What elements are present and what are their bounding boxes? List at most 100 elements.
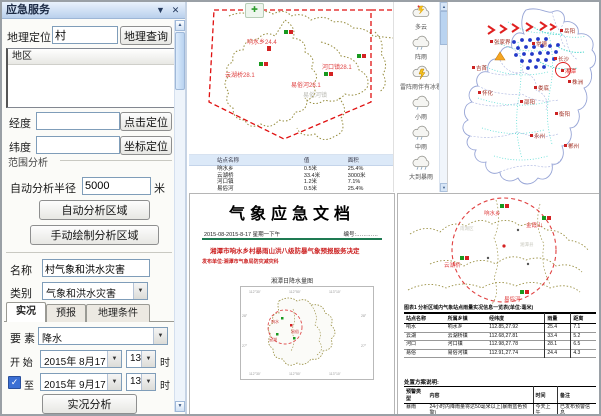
station-label: 易俗河28.1 — [291, 80, 321, 89]
table-row[interactable]: 易俗河0.5米25.4% — [189, 186, 393, 193]
element-value: 降水 — [42, 330, 62, 345]
station-marker[interactable] — [259, 62, 269, 67]
legend-label: 中雨 — [399, 145, 443, 152]
analysis-map[interactable]: ✚ 响水乡24.4云湖桥28.1河口镇28.1易俗河28.1 易俗河镇 — [189, 2, 393, 154]
end-hour-select[interactable]: 13 ▼ — [126, 373, 156, 391]
close-icon[interactable]: ✕ — [169, 4, 182, 17]
table-cell: 0.5米 — [302, 166, 346, 173]
station-green-icon — [324, 72, 328, 76]
station-marker[interactable] — [324, 72, 334, 77]
category-select[interactable]: 气象和洪水灾害 ▼ — [42, 282, 148, 300]
start-hour-value: 13 — [130, 353, 141, 364]
tabstrip: 实况预报地理条件 — [4, 302, 174, 322]
end-hour-value: 13 — [130, 376, 141, 387]
tab-地理条件[interactable]: 地理条件 — [86, 304, 150, 322]
city-label: 株洲 — [572, 78, 583, 86]
name-input[interactable] — [42, 259, 150, 277]
start-hour-select[interactable]: 13 ▼ — [126, 350, 156, 368]
chevron-down-icon[interactable]: ▼ — [107, 351, 121, 367]
province-map[interactable]: 岳阳张家界常德长沙吉首湘潭株洲娄底怀化邵阳衡阳永州郴州 — [447, 2, 601, 192]
thunder-cloud-icon — [399, 4, 443, 25]
chevron-down-icon[interactable]: ▼ — [133, 283, 147, 299]
column-header: 值 — [302, 155, 346, 166]
city-dot — [555, 112, 558, 115]
table-cell: 24小时内降雨量将达50毫米以上(暴雨蓝色预警) — [427, 404, 533, 416]
emergency-report[interactable]: 湘潭县 雨湖区 响水乡金霞山云湖桥易俗河 图表1 分析区域内气象站点雨量实况信息… — [397, 193, 601, 416]
end-date-select[interactable]: 2015年 9月17日 ▼ — [40, 373, 122, 391]
scrollbar-thumb[interactable] — [175, 32, 185, 90]
chevron-down-icon[interactable]: ▼ — [153, 328, 167, 344]
station-table-wrap[interactable]: 站点名称值面积响水乡0.5米25.4%云湖桥33.4米3000米河口镇1.2米7… — [189, 154, 393, 193]
column-header: 经纬度 — [487, 314, 545, 324]
analyze-button[interactable]: 实况分析 — [42, 394, 137, 414]
city-label: 永州 — [534, 132, 545, 140]
table-row[interactable]: 响水乡0.5米25.4% — [189, 166, 393, 173]
manual-area-button[interactable]: 手动绘制分析区域 — [30, 225, 159, 245]
end-date-value: 2015年 9月17日 — [44, 376, 116, 391]
table-cell: 响水 — [404, 324, 446, 333]
table-cell: 6.5 — [571, 341, 596, 350]
svg-text:28°: 28° — [361, 314, 367, 318]
station-label: 易俗河 — [504, 295, 521, 303]
coord-locate-button[interactable]: 坐标定位 — [120, 136, 172, 155]
map-tool-icon[interactable]: ✚ — [245, 3, 264, 18]
report-table-title: 图表1 分析区域内气象站点雨量实况信息一览表(单位:毫米) — [404, 304, 596, 313]
table-cell: 今天上午 — [533, 404, 557, 416]
legend-label: 多云 — [399, 25, 443, 32]
table-cell: 河口镇 — [446, 341, 488, 350]
left-panel-scrollbar[interactable]: ▲ ▼ — [174, 20, 185, 412]
tab-预报[interactable]: 预报 — [46, 304, 86, 322]
chevron-down-icon[interactable]: ▼ — [141, 351, 155, 367]
light-rain-cloud-icon — [399, 94, 443, 115]
chevron-down-icon[interactable]: ▼ — [107, 374, 121, 390]
auto-area-button[interactable]: 自动分析区域 — [39, 200, 150, 220]
svg-text:27°: 27° — [361, 344, 367, 348]
table-row[interactable]: 响水响水乡112.85,27.9225.47.1 — [404, 324, 596, 333]
emergency-document[interactable]: 气象应急文档 2015-08-2015-8-17 星期一下午 编号:………… 湘… — [189, 193, 395, 416]
station-marker[interactable] — [284, 30, 294, 35]
chevron-down-icon[interactable]: ▼ — [141, 374, 155, 390]
scroll-up-icon[interactable]: ▲ — [175, 20, 185, 31]
geo-locate-label: 地理定位 — [7, 29, 51, 45]
station-label: 河口镇28.1 — [322, 62, 352, 71]
emergency-service-app: 应急服务 ▼ ✕ 地理定位 地理查询 地区 经度 点击定位 纬度 坐标定位 范围… — [0, 0, 601, 416]
element-select[interactable]: 降水 ▼ — [38, 327, 168, 345]
click-locate-button[interactable]: 点击定位 — [120, 112, 172, 131]
table-cell: 暴雨 — [404, 404, 427, 416]
column-header: 内容 — [427, 387, 533, 404]
document-rule — [202, 238, 382, 240]
station-table[interactable]: 站点名称值面积响水乡0.5米25.4%云湖桥33.4米3000米河口镇1.2米7… — [189, 155, 393, 192]
table-cell: 易俗河镇 — [446, 349, 488, 358]
station-red-icon — [264, 62, 268, 66]
svg-text:易俗: 易俗 — [291, 328, 299, 334]
table-row[interactable]: 暴雨24小时内降雨量将达50毫米以上(暴雨蓝色预警)今天上午已发布预警信息 — [404, 404, 596, 416]
start-date-select[interactable]: 2015年 8月17日 ▼ — [40, 350, 122, 368]
station-label: 金霞山 — [526, 221, 543, 229]
tab-实况[interactable]: 实况 — [6, 302, 46, 322]
radius-input[interactable] — [82, 177, 151, 195]
latitude-input[interactable] — [36, 136, 120, 154]
table-row[interactable]: 云湖云湖桥镇112.68,27.8133.45.2 — [404, 332, 596, 341]
svg-text:响水: 响水 — [271, 318, 279, 324]
table-row[interactable]: 易俗易俗河镇112.91,27.7424.44.3 — [404, 349, 596, 358]
city-dot — [561, 69, 564, 72]
longitude-label: 经度 — [9, 115, 31, 131]
column-header: 站点名称 — [189, 155, 302, 166]
longitude-input[interactable] — [36, 112, 120, 130]
document-title: 气象应急文档 — [190, 200, 394, 224]
radius-label: 自动分析半径 — [10, 180, 76, 196]
city-label: 衡阳 — [559, 110, 570, 118]
station-marker[interactable] — [357, 54, 367, 59]
station-info-table: 站点名称所属乡镇经纬度雨量距离响水响水乡112.85,27.9225.47.1云… — [404, 313, 596, 358]
station-red-icon — [289, 30, 293, 34]
scroll-down-icon[interactable]: ▼ — [175, 401, 185, 412]
station-red-icon — [362, 54, 366, 58]
geo-input[interactable] — [52, 26, 118, 44]
end-checkbox[interactable]: ✓ — [8, 376, 21, 389]
region-list[interactable]: 地区 — [6, 48, 175, 108]
table-cell: 112.68,27.81 — [487, 332, 545, 341]
table-row[interactable]: 河口河口镇112.98,27.7828.16.5 — [404, 341, 596, 350]
geo-query-button[interactable]: 地理查询 — [120, 26, 172, 45]
region-list-header[interactable]: 地区 — [8, 49, 174, 65]
pin-icon[interactable]: ▼ — [154, 4, 167, 17]
